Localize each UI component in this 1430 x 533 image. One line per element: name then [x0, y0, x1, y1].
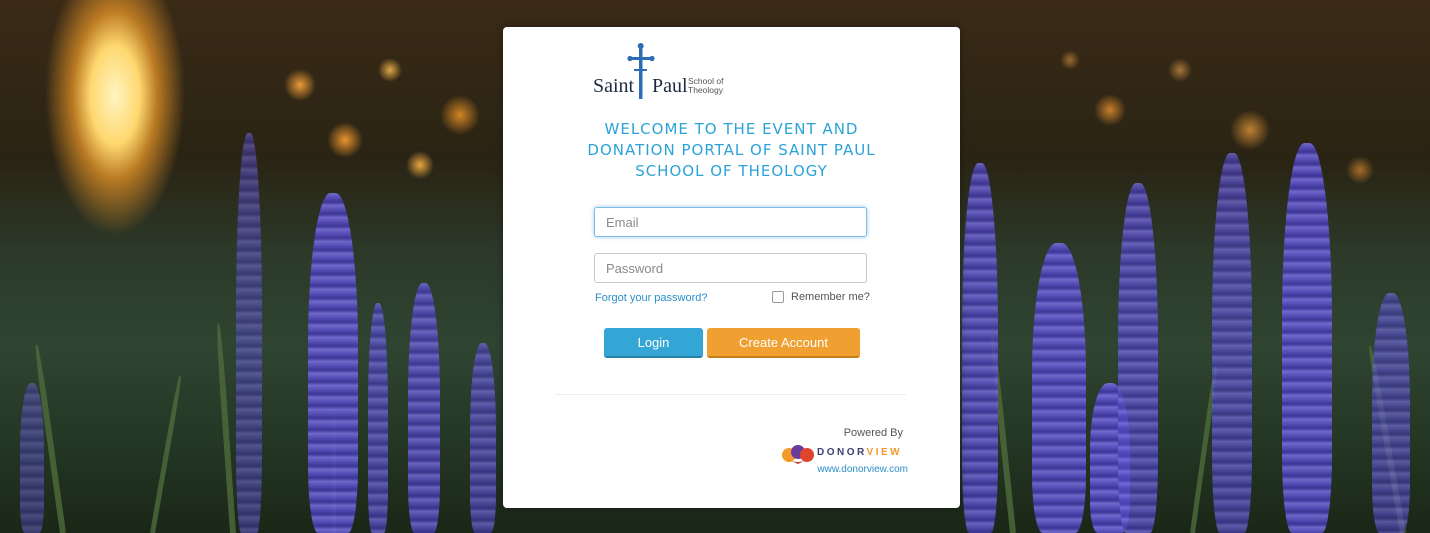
- wordmark-donor: DONOR: [817, 447, 867, 458]
- lupine-flower: [1212, 153, 1252, 533]
- grass-blade: [150, 374, 183, 533]
- welcome-line-3: SCHOOL OF THEOLOGY: [635, 162, 828, 180]
- lupine-flower: [236, 133, 262, 533]
- lupine-flower: [962, 163, 998, 533]
- remember-me-checkbox[interactable]: [772, 291, 784, 303]
- lupine-flower: [308, 193, 358, 533]
- lupine-flower: [1282, 143, 1332, 533]
- grass-blade: [215, 323, 236, 533]
- lupine-flower: [20, 383, 44, 533]
- forgot-password-link[interactable]: Forgot your password?: [595, 292, 708, 304]
- logo-subtitle-line2: Theology: [688, 85, 723, 95]
- welcome-line-2: DONATION PORTAL OF SAINT PAUL: [587, 141, 876, 159]
- wordmark-view: VIEW: [866, 447, 903, 458]
- lupine-flower: [408, 283, 440, 533]
- remember-me-label: Remember me?: [791, 291, 870, 303]
- donorview-logo-icon: [782, 445, 814, 464]
- powered-by-label: Powered By: [843, 427, 903, 439]
- welcome-heading: WELCOME TO THE EVENT AND DONATION PORTAL…: [573, 119, 890, 182]
- welcome-line-1: WELCOME TO THE EVENT AND: [604, 120, 859, 138]
- email-field[interactable]: [594, 207, 867, 237]
- logo-word-paul: Paul: [652, 75, 688, 97]
- donorview-link[interactable]: www.donorview.com: [798, 464, 908, 475]
- donorview-wordmark: DONORVIEW: [817, 447, 902, 458]
- lupine-flower: [1032, 243, 1086, 533]
- lupine-flower: [368, 303, 388, 533]
- login-button[interactable]: Login: [604, 328, 703, 358]
- login-card: Saint Paul School of Theology WELCOME TO…: [503, 27, 960, 508]
- school-logo: Saint Paul School of Theology: [593, 41, 753, 101]
- remember-me[interactable]: Remember me?: [772, 291, 870, 303]
- logo-subtitle: School of Theology: [688, 77, 748, 95]
- lupine-flower: [1118, 183, 1158, 533]
- create-account-button[interactable]: Create Account: [707, 328, 860, 358]
- lupine-flower: [1372, 293, 1410, 533]
- divider: [555, 394, 906, 395]
- password-field[interactable]: [594, 253, 867, 283]
- lupine-flower: [470, 343, 496, 533]
